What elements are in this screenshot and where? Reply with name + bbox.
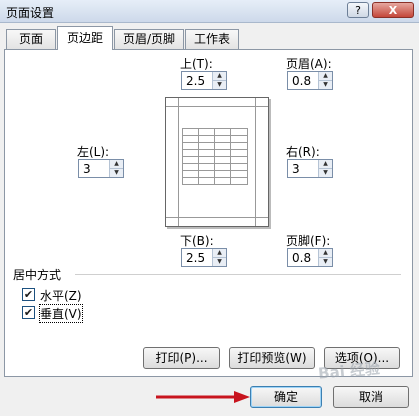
spin-up-icon[interactable]: ▲: [213, 249, 226, 258]
annotation-arrow-icon: [156, 391, 250, 403]
group-divider: [75, 274, 401, 275]
window-title: 页面设置: [6, 6, 55, 20]
close-button[interactable]: X: [372, 2, 414, 18]
vertical-label[interactable]: 垂直(V): [39, 304, 83, 323]
spin-down-icon[interactable]: ▼: [110, 169, 123, 177]
bottom-margin-value: 2.5: [186, 251, 206, 265]
print-button[interactable]: 打印(P)...: [143, 347, 220, 369]
spin-down-icon[interactable]: ▼: [319, 258, 332, 266]
header-margin-spinner[interactable]: 0.8 ▲ ▼: [287, 71, 333, 90]
ok-button[interactable]: 确定: [250, 386, 322, 408]
spin-up-icon[interactable]: ▲: [319, 72, 332, 81]
footer-margin-label: 页脚(F):: [286, 234, 331, 248]
top-margin-label: 上(T):: [180, 57, 213, 71]
spin-up-icon[interactable]: ▲: [213, 72, 226, 81]
checkmark-icon: ✔: [23, 288, 34, 301]
left-margin-spinner[interactable]: 3 ▲ ▼: [78, 159, 124, 178]
print-preview-button[interactable]: 打印预览(W): [229, 347, 315, 369]
spin-up-icon[interactable]: ▲: [319, 160, 332, 169]
spin-up-icon[interactable]: ▲: [110, 160, 123, 169]
right-margin-value: 3: [292, 162, 300, 176]
table-grid-icon: [182, 128, 248, 185]
vertical-checkbox[interactable]: ✔: [22, 306, 35, 319]
checkmark-icon: ✔: [23, 306, 34, 319]
tab-margins[interactable]: 页边距: [57, 26, 113, 50]
tab-header-footer[interactable]: 页眉/页脚: [114, 29, 184, 49]
top-margin-value: 2.5: [186, 74, 206, 88]
right-margin-label: 右(R):: [286, 145, 320, 159]
bottom-margin-spinner[interactable]: 2.5 ▲ ▼: [181, 248, 227, 267]
left-margin-label: 左(L):: [77, 145, 110, 159]
title-bar: 页面设置 ? X: [0, 0, 419, 23]
horizontal-label[interactable]: 水平(Z): [40, 287, 82, 304]
spin-down-icon[interactable]: ▼: [213, 81, 226, 89]
margins-panel: 上(T): 2.5 ▲ ▼ 页眉(A): 0.8 ▲ ▼ 左(L): 3 ▲ ▼…: [4, 49, 413, 377]
horizontal-checkbox[interactable]: ✔: [22, 288, 35, 301]
header-margin-value: 0.8: [292, 74, 312, 88]
spin-down-icon[interactable]: ▼: [213, 258, 226, 266]
cancel-button[interactable]: 取消: [333, 386, 409, 408]
spin-down-icon[interactable]: ▼: [319, 169, 332, 177]
centering-group-title: 居中方式: [13, 268, 62, 282]
bottom-margin-label: 下(B):: [180, 234, 214, 248]
right-margin-spinner[interactable]: 3 ▲ ▼: [287, 159, 333, 178]
left-margin-value: 3: [83, 162, 91, 176]
spin-down-icon[interactable]: ▼: [319, 81, 332, 89]
help-button[interactable]: ?: [347, 2, 369, 18]
footer-margin-spinner[interactable]: 0.8 ▲ ▼: [287, 248, 333, 267]
tab-page[interactable]: 页面: [6, 29, 56, 49]
spin-up-icon[interactable]: ▲: [319, 249, 332, 258]
page-preview: [165, 97, 269, 227]
header-margin-label: 页眉(A):: [286, 57, 332, 71]
footer-margin-value: 0.8: [292, 251, 312, 265]
tab-sheet[interactable]: 工作表: [185, 29, 239, 49]
top-margin-spinner[interactable]: 2.5 ▲ ▼: [181, 71, 227, 90]
